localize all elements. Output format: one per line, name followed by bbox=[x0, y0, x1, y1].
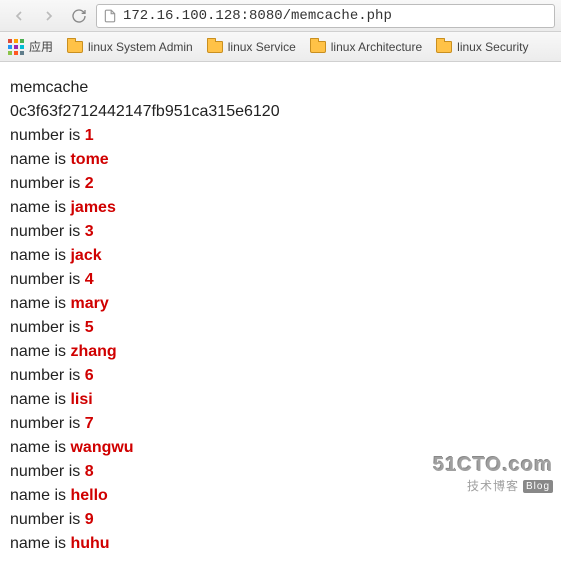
bookmark-bar: 应用 linux System Admin linux Service linu… bbox=[0, 32, 561, 62]
name-line: name is james bbox=[10, 196, 551, 220]
folder-icon bbox=[436, 41, 452, 53]
apps-icon bbox=[8, 39, 24, 55]
title-line: memcache bbox=[10, 76, 551, 100]
number-line: number is 2 bbox=[10, 172, 551, 196]
bookmark-folder[interactable]: linux Security bbox=[436, 40, 528, 54]
folder-icon bbox=[207, 41, 223, 53]
folder-icon bbox=[310, 41, 326, 53]
number-line: number is 4 bbox=[10, 268, 551, 292]
folder-icon bbox=[67, 41, 83, 53]
browser-nav-bar bbox=[0, 0, 561, 32]
url-bar[interactable] bbox=[96, 4, 555, 28]
number-line: number is 6 bbox=[10, 364, 551, 388]
number-line: number is 8 bbox=[10, 460, 551, 484]
number-line: number is 3 bbox=[10, 220, 551, 244]
name-line: name is hello bbox=[10, 484, 551, 508]
number-line: number is 5 bbox=[10, 316, 551, 340]
number-line: number is 7 bbox=[10, 412, 551, 436]
bookmark-label: linux System Admin bbox=[88, 40, 193, 54]
name-line: name is wangwu bbox=[10, 436, 551, 460]
name-line: name is jack bbox=[10, 244, 551, 268]
number-line: number is 1 bbox=[10, 124, 551, 148]
file-icon bbox=[103, 9, 117, 23]
apps-label: 应用 bbox=[29, 38, 53, 55]
bookmark-label: linux Security bbox=[457, 40, 528, 54]
page-content: memcache 0c3f63f2712442147fb951ca315e612… bbox=[0, 62, 561, 570]
apps-button[interactable]: 应用 bbox=[8, 38, 53, 55]
name-line: name is zhang bbox=[10, 340, 551, 364]
bookmark-folder[interactable]: linux Service bbox=[207, 40, 296, 54]
url-input[interactable] bbox=[123, 8, 548, 24]
hash-line: 0c3f63f2712442147fb951ca315e6120 bbox=[10, 100, 551, 124]
forward-icon[interactable] bbox=[36, 3, 62, 29]
bookmark-folder[interactable]: linux System Admin bbox=[67, 40, 193, 54]
name-line: name is mary bbox=[10, 292, 551, 316]
entries-container: number is 1name is tomenumber is 2name i… bbox=[10, 124, 551, 556]
name-line: name is huhu bbox=[10, 532, 551, 556]
reload-icon[interactable] bbox=[66, 3, 92, 29]
name-line: name is tome bbox=[10, 148, 551, 172]
bookmark-folder[interactable]: linux Architecture bbox=[310, 40, 422, 54]
name-line: name is lisi bbox=[10, 388, 551, 412]
number-line: number is 9 bbox=[10, 508, 551, 532]
back-icon[interactable] bbox=[6, 3, 32, 29]
bookmark-label: linux Architecture bbox=[331, 40, 422, 54]
bookmark-label: linux Service bbox=[228, 40, 296, 54]
